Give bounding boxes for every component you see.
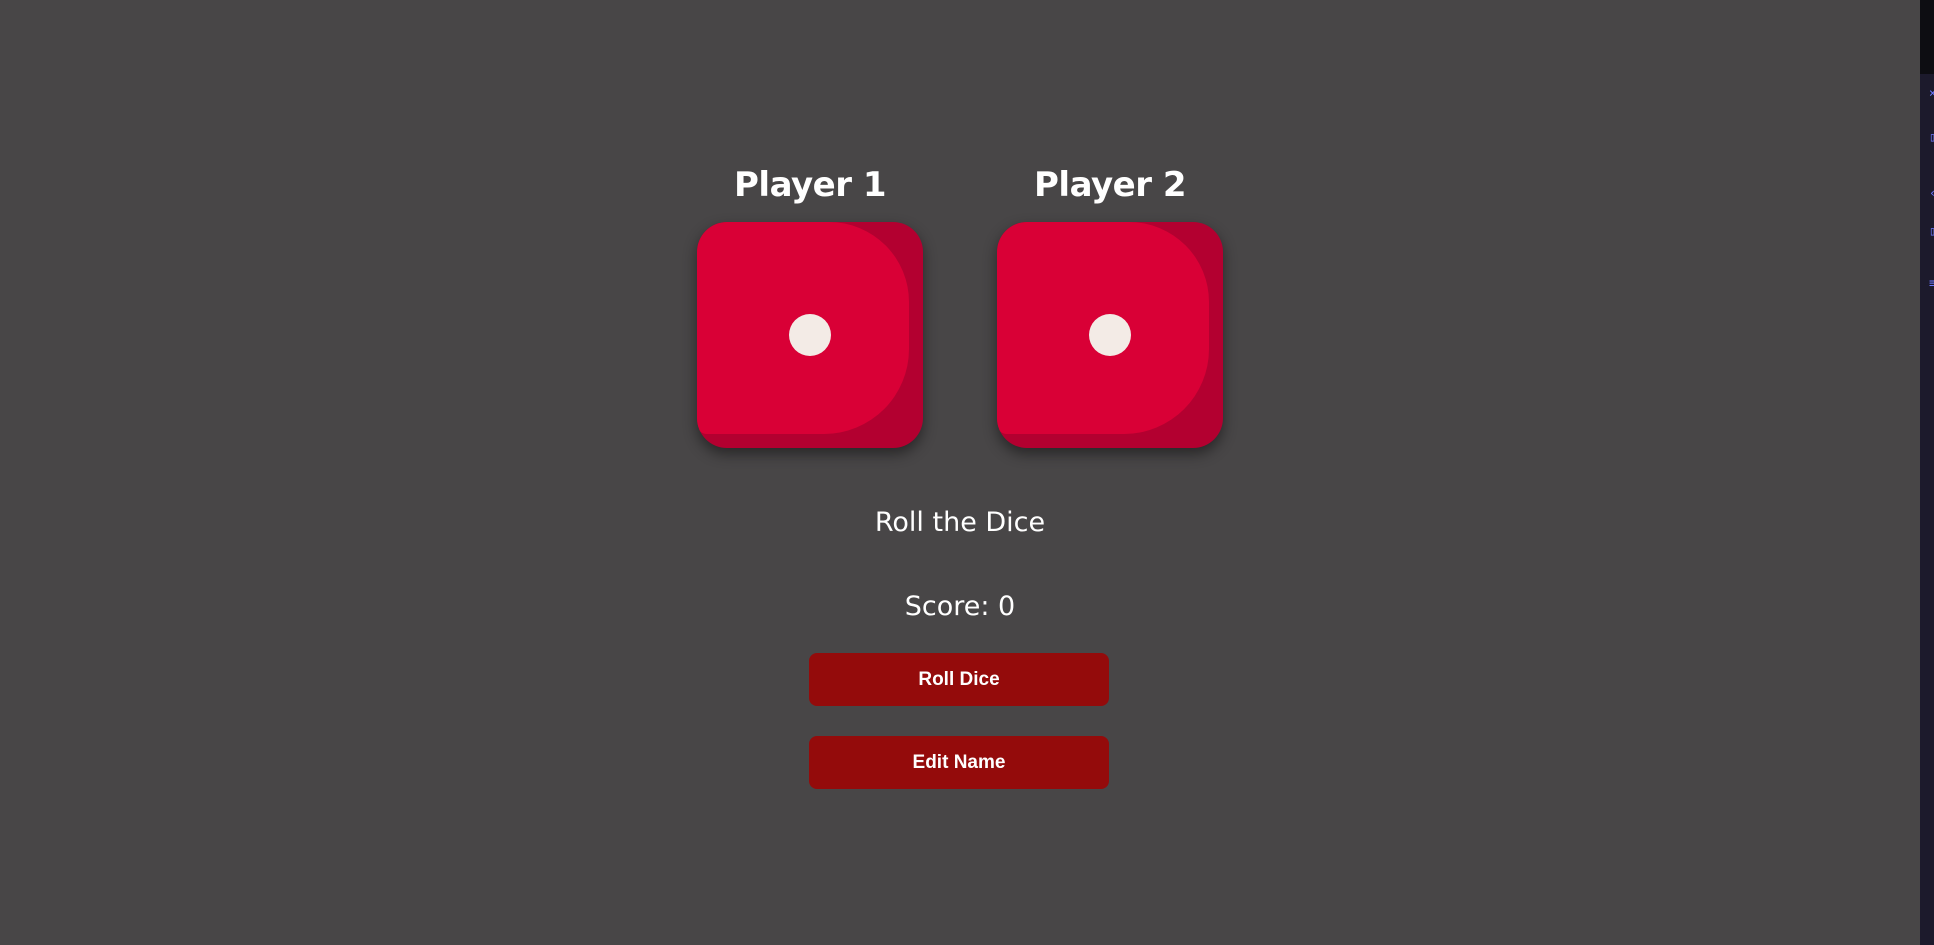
side-panel-edge: × ▯ ‹ ▯ ≡ bbox=[1920, 0, 1934, 945]
side-glyph-icon: ▯ bbox=[1929, 224, 1934, 238]
side-panel-header bbox=[1920, 0, 1934, 74]
score-display: Score: 0 bbox=[904, 591, 1016, 622]
player-1-die-icon bbox=[697, 222, 923, 448]
player-1-name: Player 1 bbox=[734, 165, 886, 205]
side-glyph-icon: ▯ bbox=[1929, 130, 1934, 144]
dice-game-page: Player 1 Player 2 Roll the Dice Score: 0… bbox=[0, 0, 1920, 945]
side-glyph-icon: ‹ bbox=[1929, 186, 1934, 200]
side-glyph-icon: ≡ bbox=[1929, 276, 1934, 290]
edit-name-button[interactable]: Edit Name bbox=[809, 736, 1109, 789]
die-pip bbox=[789, 314, 831, 356]
roll-dice-button[interactable]: Roll Dice bbox=[809, 653, 1109, 706]
player-2-name: Player 2 bbox=[1034, 165, 1186, 205]
side-glyph-icon: × bbox=[1929, 86, 1934, 100]
die-pip bbox=[1089, 314, 1131, 356]
player-2-die-icon bbox=[997, 222, 1223, 448]
roll-message: Roll the Dice bbox=[874, 507, 1046, 538]
